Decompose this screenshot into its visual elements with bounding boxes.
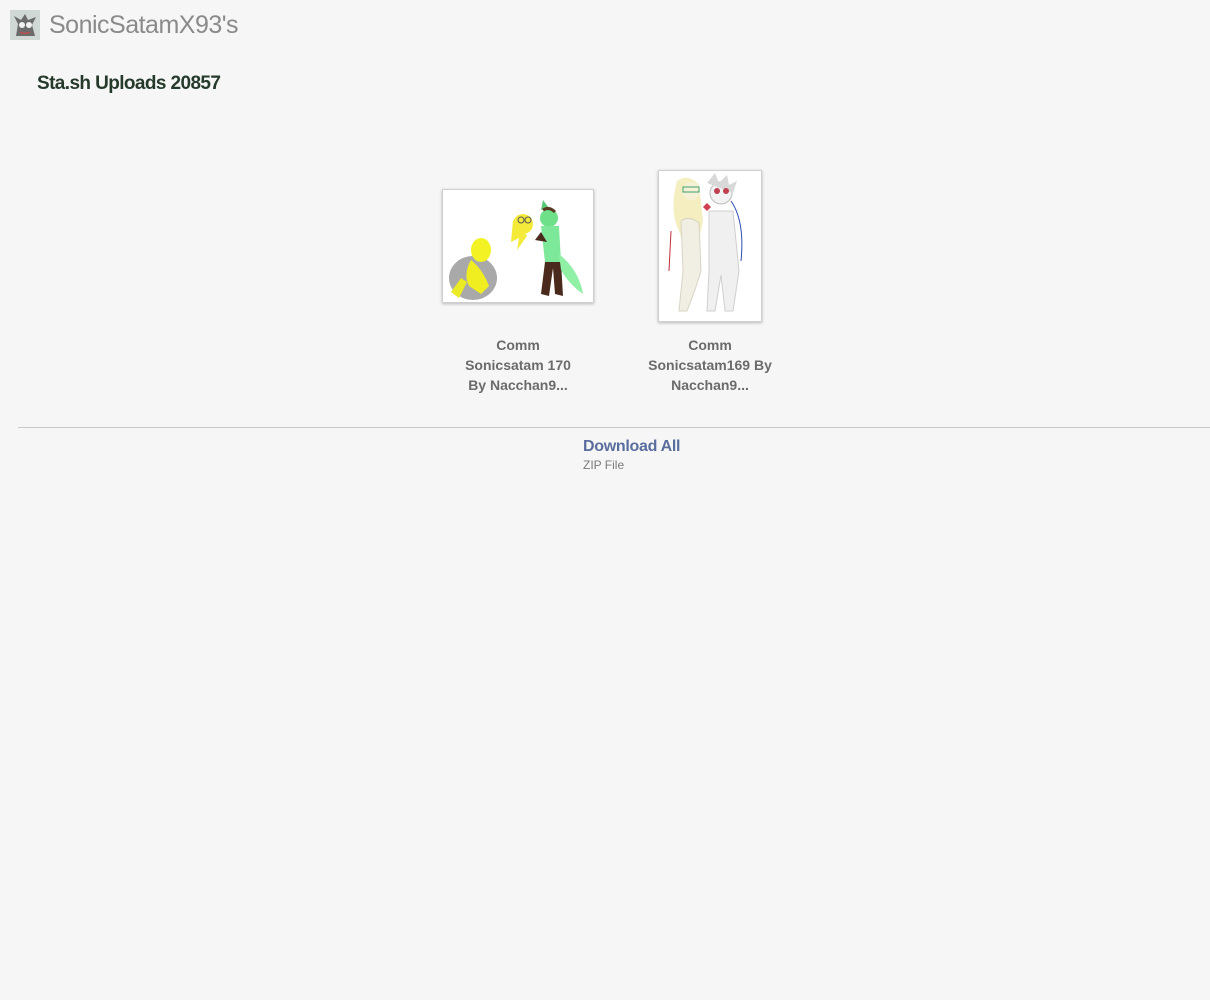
item-title-1[interactable]: Comm Sonicsatam 170 By Nacchan9... — [453, 335, 583, 395]
download-file-type: ZIP File — [583, 458, 625, 472]
artwork-thumbnail-icon — [659, 171, 761, 321]
artwork-thumbnail-icon — [443, 190, 593, 302]
divider — [18, 427, 1210, 428]
user-avatar-icon[interactable] — [10, 10, 40, 40]
header: SonicSatamX93's — [10, 8, 239, 42]
thumbnail-1[interactable] — [442, 189, 594, 303]
username-link[interactable]: SonicSatamX93's — [49, 11, 239, 40]
download-all-link[interactable]: Download All — [583, 438, 680, 456]
thumbnail-2[interactable] — [658, 170, 762, 322]
item-title-2[interactable]: Comm Sonicsatam169 By Nacchan9... — [645, 335, 775, 395]
download-section: Download All ZIP File — [583, 438, 680, 472]
page-title: Sta.sh Uploads 20857 — [37, 73, 221, 94]
